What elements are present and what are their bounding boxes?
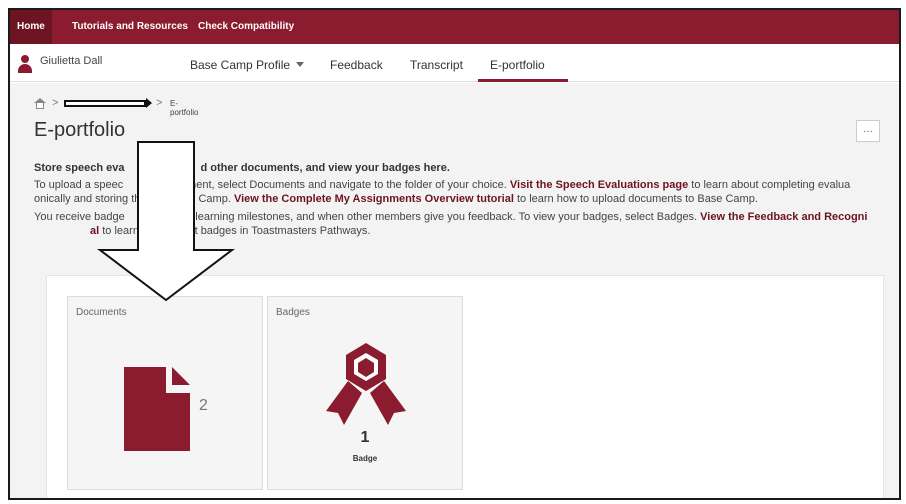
top-nav-home[interactable]: Home [10,10,52,44]
speech-evaluations-link[interactable]: Visit the Speech Evaluations page [510,179,688,191]
assignments-tutorial-link[interactable]: View the Complete My Assignments Overvie… [234,193,514,205]
app-window: Home Tutorials and Resources Check Compa… [8,8,901,500]
description-paragraph-1: To upload a speec or document, select Do… [34,179,851,205]
more-options-button[interactable]: … [856,120,880,142]
page-title: E-portfolio [34,119,126,141]
redaction-box [64,100,146,107]
badges-count: 1 [360,429,370,446]
badges-tile[interactable]: Badges 1 Badge [267,296,463,490]
active-tab-indicator [478,79,568,82]
top-navigation-bar: Home Tutorials and Resources Check Compa… [10,10,899,44]
breadcrumb-current: E-portfolio [170,99,199,117]
award-ribbon-icon [326,343,406,425]
chevron-down-icon [296,62,305,67]
documents-count: 2 [199,397,208,414]
user-name[interactable]: Giulietta Dall [40,55,102,67]
nav-e-portfolio[interactable]: E-portfolio [490,58,545,72]
description-text: Store speech eva d other documents, and v… [34,161,884,242]
breadcrumb-separator: > [156,97,163,109]
nav-base-camp-profile[interactable]: Base Camp Profile [190,58,305,72]
documents-tile-label: Documents [76,307,127,318]
top-nav-tutorials[interactable]: Tutorials and Resources [64,10,196,44]
nav-transcript[interactable]: Transcript [410,58,463,72]
badges-tile-label: Badges [276,307,310,318]
top-nav-check-compatibility[interactable]: Check Compatibility [190,10,302,44]
description-paragraph-2: You receive badge reach learning mileston… [34,211,868,237]
description-heading: Store speech eva d other documents, and v… [34,162,450,174]
breadcrumb-separator: > [52,97,59,109]
documents-tile[interactable]: Documents 2 [67,296,263,490]
main-content: > > E-portfolio E-portfolio … Store spee… [10,83,899,498]
redaction-arrow-icon [146,98,152,108]
badges-unit: Badge [352,454,378,463]
user-avatar-icon[interactable] [18,55,32,73]
profile-subnav: Giulietta Dall Base Camp Profile Feedbac… [10,44,899,82]
document-icon [124,367,190,451]
home-icon[interactable] [34,98,46,109]
nav-feedback[interactable]: Feedback [330,58,383,72]
tiles-panel: Documents 2 Badges 1 Badge [46,275,884,498]
